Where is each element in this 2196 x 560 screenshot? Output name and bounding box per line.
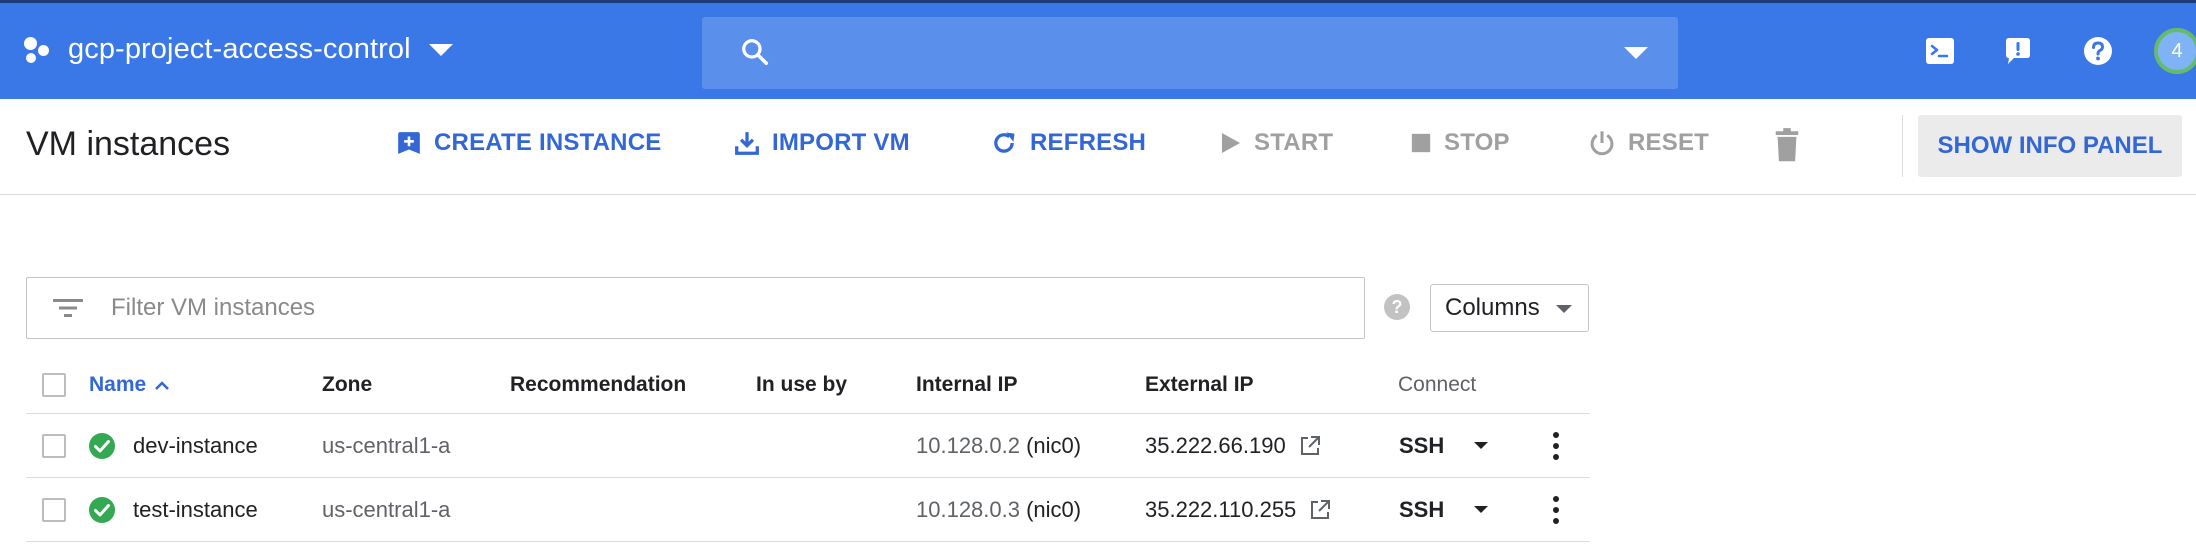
filter-list-icon xyxy=(53,299,83,317)
power-icon xyxy=(1590,131,1614,156)
ssh-dropdown-icon[interactable] xyxy=(1474,442,1489,449)
search-bar[interactable] xyxy=(702,17,1678,89)
notifications-icon[interactable] xyxy=(2002,35,2034,67)
row-checkbox[interactable] xyxy=(42,433,66,458)
column-header-name[interactable]: Name xyxy=(89,356,170,413)
table-row[interactable]: test-instance us-central1-a 10.128.0.3 (… xyxy=(26,478,1590,542)
ssh-button[interactable]: SSH xyxy=(1399,478,1489,541)
status-running-icon xyxy=(89,432,115,459)
columns-dropdown[interactable]: Columns xyxy=(1430,284,1589,332)
row-checkbox[interactable] xyxy=(42,497,66,522)
play-icon xyxy=(1222,133,1240,153)
help-icon[interactable] xyxy=(2082,35,2114,67)
avatar[interactable]: 4 xyxy=(2154,28,2196,74)
chevron-down-icon xyxy=(428,43,453,56)
add-box-icon xyxy=(398,132,420,154)
column-header-in-use-by[interactable]: In use by xyxy=(756,356,847,413)
more-actions-icon[interactable] xyxy=(1546,431,1566,460)
download-icon xyxy=(735,132,759,155)
column-header-connect: Connect xyxy=(1398,372,1477,396)
cloud-shell-icon[interactable] xyxy=(1924,35,1956,67)
nic-link[interactable]: (nic0) xyxy=(1026,433,1081,459)
project-name: gcp-project-access-control xyxy=(68,33,411,65)
toolbar-divider xyxy=(1902,115,1903,177)
nic-link[interactable]: (nic0) xyxy=(1026,497,1081,523)
start-button[interactable]: START xyxy=(1218,129,1333,157)
refresh-label: REFRESH xyxy=(1030,129,1147,156)
reset-label: RESET xyxy=(1628,129,1710,156)
show-info-panel-button[interactable]: SHOW INFO PANEL xyxy=(1918,115,2182,177)
instance-name-link[interactable]: test-instance xyxy=(133,478,258,541)
columns-label: Columns xyxy=(1445,294,1540,321)
instance-name-link[interactable]: dev-instance xyxy=(133,414,258,477)
page-title: VM instances xyxy=(26,125,231,163)
column-header-recommendation[interactable]: Recommendation xyxy=(510,356,686,413)
stop-label: STOP xyxy=(1444,129,1510,156)
filter-input[interactable] xyxy=(111,278,1311,338)
ssh-button[interactable]: SSH xyxy=(1399,414,1489,477)
project-selector[interactable]: gcp-project-access-control xyxy=(24,33,453,66)
zone-cell: us-central1-a xyxy=(322,496,451,522)
select-all-checkbox[interactable] xyxy=(42,372,66,397)
reset-button[interactable]: RESET xyxy=(1588,129,1709,157)
zone-cell: us-central1-a xyxy=(322,432,451,458)
vm-instances-table: Name Zone Recommendation In use by Inter… xyxy=(26,356,1590,542)
stop-icon xyxy=(1411,133,1431,153)
internal-ip-cell: 10.128.0.3 (nic0) xyxy=(916,496,1082,523)
import-vm-label: IMPORT VM xyxy=(772,129,910,156)
filter-help-icon[interactable]: ? xyxy=(1384,294,1410,320)
refresh-icon xyxy=(994,132,1015,153)
refresh-button[interactable]: REFRESH xyxy=(990,129,1146,157)
search-icon xyxy=(742,39,768,65)
delete-icon[interactable] xyxy=(1772,127,1802,163)
create-instance-label: CREATE INSTANCE xyxy=(434,129,662,156)
column-header-external-ip[interactable]: External IP xyxy=(1145,356,1254,413)
search-dropdown-icon[interactable] xyxy=(1624,47,1648,59)
table-row[interactable]: dev-instance us-central1-a 10.128.0.2 (n… xyxy=(26,414,1590,478)
external-link-icon[interactable] xyxy=(1298,434,1322,458)
import-vm-button[interactable]: IMPORT VM xyxy=(734,129,910,157)
page-toolbar: VM instances CREATE INSTANCE IMPORT VM R… xyxy=(0,99,2196,195)
stop-button[interactable]: STOP xyxy=(1410,129,1510,157)
more-actions-icon[interactable] xyxy=(1546,495,1566,524)
column-header-zone[interactable]: Zone xyxy=(322,356,372,413)
column-header-internal-ip[interactable]: Internal IP xyxy=(916,356,1018,413)
status-running-icon xyxy=(89,496,115,523)
create-instance-button[interactable]: CREATE INSTANCE xyxy=(396,129,661,157)
project-logo-icon xyxy=(24,35,54,65)
sort-ascending-icon xyxy=(155,380,170,390)
filter-box[interactable] xyxy=(26,277,1365,339)
internal-ip-cell: 10.128.0.2 (nic0) xyxy=(916,432,1082,459)
ssh-dropdown-icon[interactable] xyxy=(1474,506,1489,513)
chevron-down-icon xyxy=(1556,305,1572,313)
external-ip-cell: 35.222.110.255 xyxy=(1145,478,1332,541)
table-header-row: Name Zone Recommendation In use by Inter… xyxy=(26,356,1590,414)
start-label: START xyxy=(1254,129,1334,156)
external-link-icon[interactable] xyxy=(1308,498,1332,522)
top-app-bar: gcp-project-access-control 4 xyxy=(0,0,2196,99)
external-ip-cell: 35.222.66.190 xyxy=(1145,414,1322,477)
